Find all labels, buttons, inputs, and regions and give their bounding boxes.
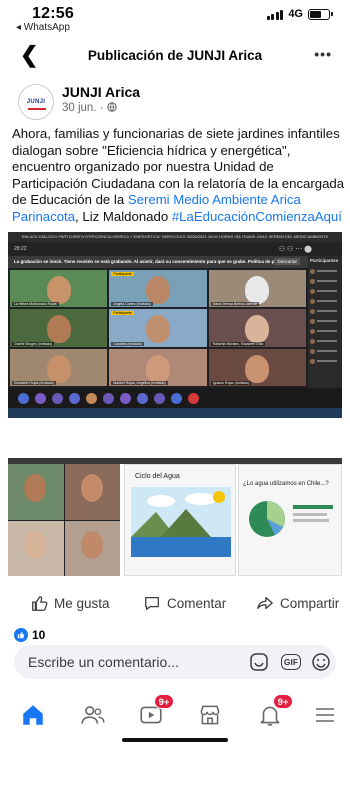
video-tile: Maribel Rojas, Angelina (Invitado) (109, 348, 207, 386)
notifications-badge: 9+ (273, 694, 293, 709)
tab-marketplace[interactable] (195, 700, 225, 730)
tab-menu[interactable] (310, 700, 340, 730)
status-bar: 12:56 ◂ WhatsApp 4G (0, 0, 350, 34)
emoji-icon[interactable] (310, 651, 332, 673)
comment-input[interactable]: Escribe un comentario... GIF (14, 645, 336, 679)
more-options-button[interactable]: ••• (314, 46, 332, 62)
video-tile: Rafaella Morales, Elizabeth Díaz (208, 309, 306, 347)
slide-title: Ciclo del Agua (135, 473, 180, 480)
reaction-count: 10 (32, 628, 46, 642)
bottom-tab-bar: 9+ 9+ (0, 690, 350, 736)
battery-icon (308, 8, 333, 20)
avatar-logo: JUNJI (26, 99, 46, 105)
system-indicators: 4G (266, 8, 333, 20)
video-badge: 9+ (154, 694, 174, 709)
post-text: Ahora, familias y funcionarias de siete … (12, 126, 345, 224)
status-time: 12:56 (32, 5, 74, 22)
thumbs-up-icon (32, 596, 48, 611)
desktop-taskbar (8, 408, 342, 418)
share-icon (257, 596, 273, 610)
avatar[interactable]: JUNJI (18, 84, 54, 120)
post-actions: Me gusta Comentar Compartir (0, 594, 350, 618)
dismiss-button: Descartar (274, 258, 300, 265)
hashtag-link[interactable]: #LaEducaciónComienzaAquí (172, 209, 342, 224)
friends-icon (81, 706, 105, 724)
meeting-time: 28:22 (14, 246, 27, 252)
video-tile: Ignacio Rojas (Invitado) (208, 348, 306, 386)
signal-icon (266, 9, 284, 20)
back-to-app-link[interactable]: ◂ WhatsApp (16, 22, 70, 33)
participant-avatars-row (8, 388, 342, 408)
post-author[interactable]: JUNJI Arica (62, 84, 140, 100)
meeting-toolbar: 28:22 ⚇ ⚇ ⋯ ⬤ (8, 242, 342, 256)
video-tile: Participante Angela Cortes (Invitado) (109, 270, 207, 308)
video-tile: La Hebra Maldonado Rojas (10, 270, 108, 308)
video-tile: Giselle Bruges (Invitado) (10, 309, 108, 347)
post-date[interactable]: 30 jun. · (62, 102, 107, 114)
recording-notice: La grabación se inició. Tiene reunión se… (8, 256, 308, 268)
menu-icon (316, 708, 334, 722)
comment-placeholder: Escribe un comentario... (28, 654, 179, 670)
tab-video[interactable]: 9+ (136, 694, 174, 730)
video-tile: María Teresa Berlino Allende (208, 270, 306, 308)
network-type: 4G (288, 8, 303, 20)
tab-notifications[interactable]: 9+ (255, 694, 293, 730)
page-title: Publicación de JUNJI Arica (87, 48, 263, 63)
post-image-2[interactable] (8, 464, 120, 576)
post-meta: 30 jun. · (62, 102, 117, 114)
tab-home[interactable] (18, 700, 48, 730)
home-icon (23, 705, 43, 725)
sticker-icon[interactable] (248, 651, 270, 673)
meeting-header: ENLACE DIÁLOGO PARTICIPATIVO"EFICIENCIA … (8, 232, 342, 242)
slide-title: ¿Lo agua utilizamos en Chile...? (243, 481, 329, 487)
marketplace-icon (200, 705, 220, 725)
comment-icon (145, 596, 159, 610)
reaction-summary[interactable]: 10 (14, 628, 45, 642)
participants-panel: Participantes (308, 256, 342, 396)
meeting-toolbar-icons: ⚇ ⚇ ⋯ ⬤ (278, 246, 312, 253)
water-cycle-illustration (131, 487, 231, 557)
home-indicator (122, 738, 228, 742)
video-grid: La Hebra Maldonado Rojas Participante An… (10, 270, 306, 386)
video-tile: Participante Carolina (Invitado) (109, 309, 207, 347)
pie-chart-illustration (249, 501, 285, 537)
page-header: ❮ Publicación de JUNJI Arica ••• (0, 42, 350, 72)
gif-icon[interactable]: GIF (280, 651, 302, 673)
tab-friends[interactable] (78, 700, 108, 730)
like-button[interactable]: Me gusta (30, 594, 110, 612)
post-image-main[interactable]: ENLACE DIÁLOGO PARTICIPATIVO"EFICIENCIA … (8, 232, 342, 418)
like-reaction-icon (14, 628, 28, 642)
globe-icon (107, 102, 117, 112)
comment-button[interactable]: Comentar (143, 594, 226, 612)
video-tile: Elizabeth Rojas (Invitado) (10, 348, 108, 386)
post-image-3[interactable]: Ciclo del Agua (124, 464, 236, 576)
post-image-4[interactable]: ¿Lo agua utilizamos en Chile...? (238, 464, 342, 576)
share-button[interactable]: Compartir (256, 594, 339, 612)
